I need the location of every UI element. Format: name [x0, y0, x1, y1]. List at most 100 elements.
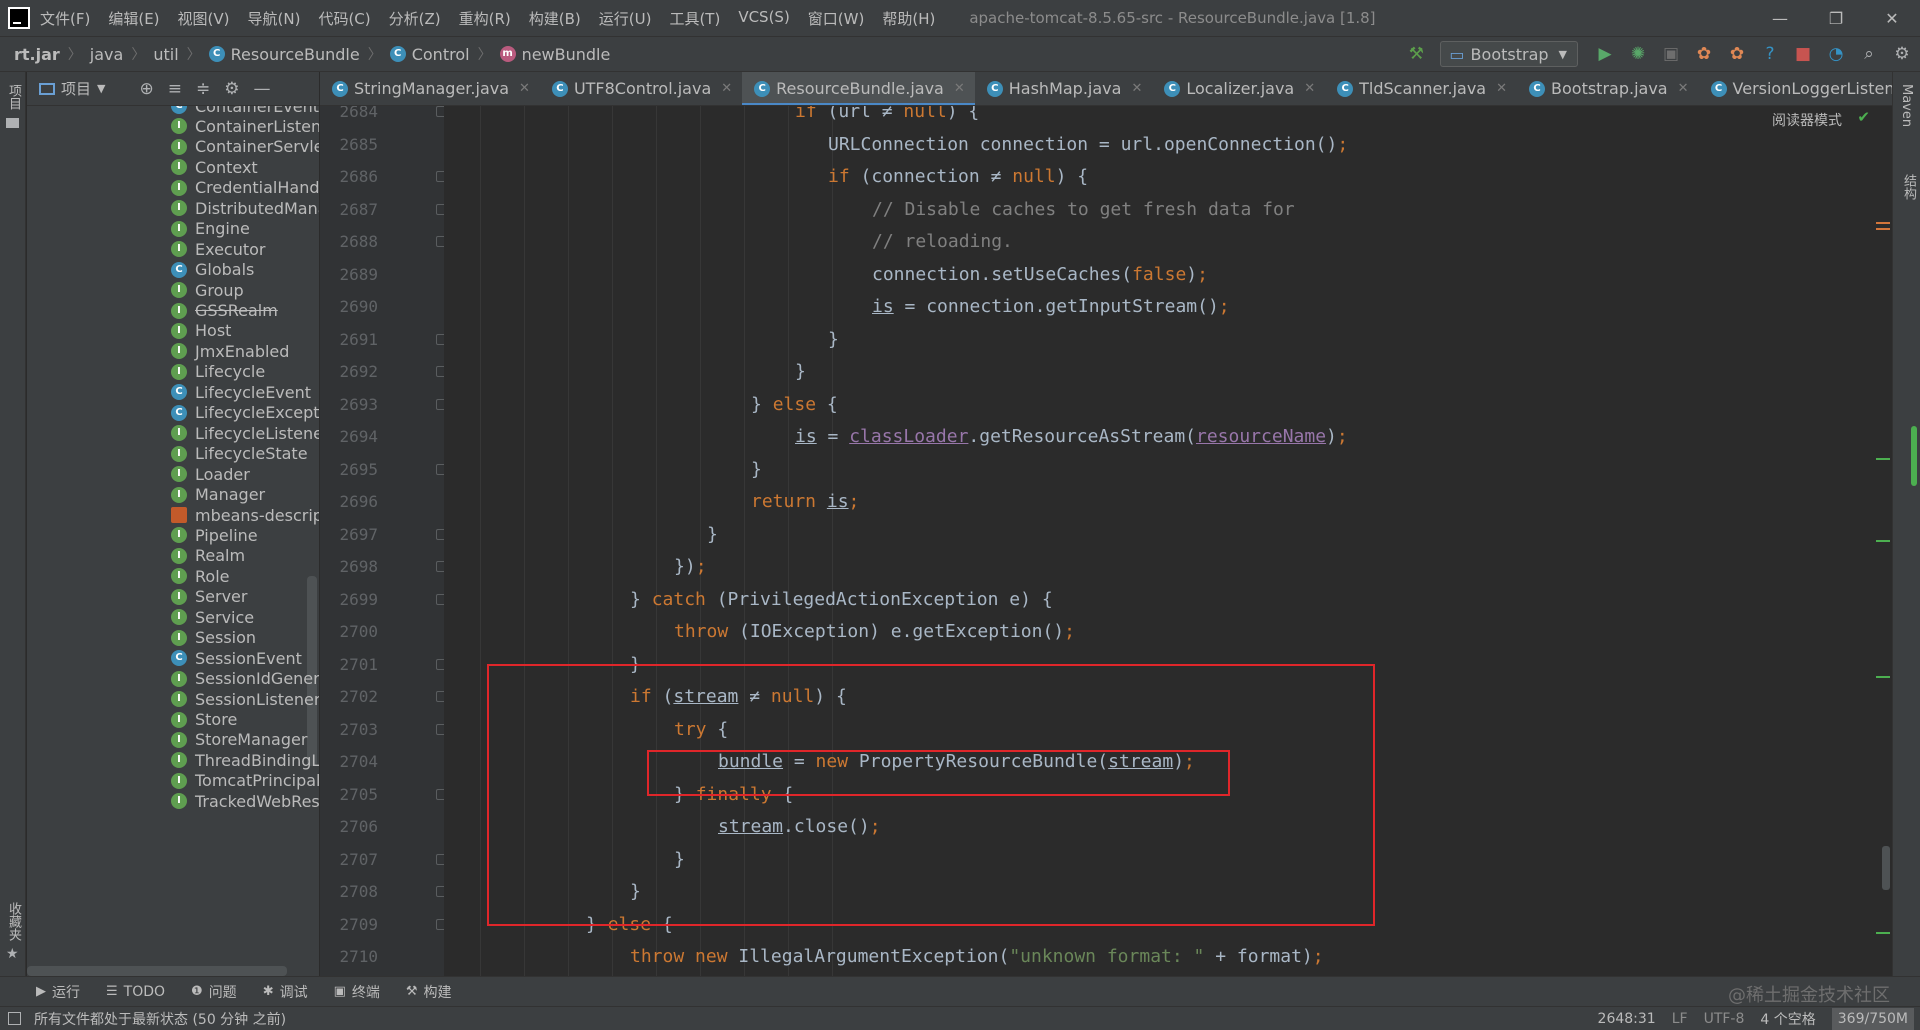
- close-tab-icon[interactable]: ✕: [721, 81, 732, 96]
- editor-tab[interactable]: UTF8Control.java ✕: [540, 72, 742, 105]
- tree-item[interactable]: Globals: [171, 260, 319, 280]
- tool-window-button[interactable]: ✱ 调试: [263, 982, 308, 1002]
- error-stripe-change[interactable]: [1876, 540, 1890, 542]
- tree-item[interactable]: JmxEnabled: [171, 341, 319, 361]
- tree-item[interactable]: Host: [171, 321, 319, 341]
- error-stripe-change[interactable]: [1876, 676, 1890, 678]
- code-line[interactable]: return is;: [751, 486, 859, 518]
- fold-marker-icon[interactable]: [436, 171, 444, 182]
- editor-tab[interactable]: ResourceBundle.java ✕: [742, 72, 975, 105]
- status-message[interactable]: 所有文件都处于最新状态 (50 分钟 之前): [34, 1009, 286, 1029]
- menu-item[interactable]: 窗口(W): [808, 8, 865, 29]
- tree-item[interactable]: Lifecycle: [171, 362, 319, 382]
- tree-item[interactable]: TomcatPrincipal: [171, 771, 319, 791]
- editor-tab[interactable]: Localizer.java ✕: [1152, 72, 1325, 105]
- attach-profiler-icon[interactable]: ✿: [1725, 42, 1749, 66]
- error-stripe-change[interactable]: [1876, 458, 1890, 460]
- tree-item[interactable]: DistributedManager: [171, 198, 319, 218]
- close-button[interactable]: ✕: [1864, 0, 1920, 36]
- tree-horizontal-scrollbar[interactable]: [27, 966, 287, 976]
- tree-item[interactable]: Executor: [171, 239, 319, 259]
- tree-item[interactable]: LifecycleListener: [171, 423, 319, 443]
- code-line[interactable]: if (url ≠ null) {: [795, 106, 979, 128]
- project-tool-button[interactable]: 项目: [4, 84, 23, 110]
- menu-item[interactable]: 文件(F): [40, 8, 90, 29]
- run-icon[interactable]: ▶: [1593, 42, 1617, 66]
- fold-marker-icon[interactable]: [436, 528, 444, 540]
- fold-marker-icon[interactable]: [436, 886, 444, 897]
- breadcrumb-item[interactable]: newBundle: [499, 45, 610, 64]
- tree-item[interactable]: Group: [171, 280, 319, 300]
- close-tab-icon[interactable]: ✕: [1496, 81, 1507, 96]
- tree-item[interactable]: SessionEvent: [171, 648, 319, 668]
- locate-file-icon[interactable]: ⊕: [139, 79, 153, 99]
- tree-item[interactable]: Loader: [171, 464, 319, 484]
- menu-item[interactable]: 帮助(H): [882, 8, 935, 29]
- menu-item[interactable]: 运行(U): [599, 8, 652, 29]
- file-encoding[interactable]: UTF-8: [1704, 1011, 1745, 1027]
- chevron-down-icon[interactable]: ▼: [97, 82, 105, 95]
- line-separator[interactable]: LF: [1672, 1011, 1688, 1027]
- settings-gear-icon[interactable]: ⚙: [1890, 42, 1914, 66]
- run-configuration-select[interactable]: ▭ Bootstrap ▼: [1440, 41, 1578, 67]
- tree-item[interactable]: mbeans-descriptors: [171, 505, 319, 525]
- fold-marker-icon[interactable]: [436, 236, 444, 247]
- fold-marker-icon[interactable]: [436, 366, 444, 377]
- tree-item[interactable]: ThreadBindingListener: [171, 750, 319, 770]
- fold-marker-icon[interactable]: [436, 593, 444, 605]
- tool-window-button[interactable]: ⚒ 构建: [406, 982, 452, 1002]
- restore-button[interactable]: ❐: [1808, 0, 1864, 36]
- stop-icon[interactable]: ■: [1791, 42, 1815, 66]
- tree-item[interactable]: Service: [171, 607, 319, 627]
- settings-gear-icon[interactable]: ⚙: [224, 79, 239, 99]
- editor-scrollbar[interactable]: [1882, 846, 1890, 890]
- code-line[interactable]: URLConnection connection = url.openConne…: [828, 129, 1348, 161]
- code-line[interactable]: } else {: [751, 389, 838, 421]
- tool-window-button[interactable]: ☰ TODO: [106, 984, 165, 1000]
- editor-tab[interactable]: VersionLoggerListener.java✕: [1699, 72, 1892, 105]
- tree-item[interactable]: TrackedWebResource: [171, 791, 319, 811]
- code-line[interactable]: throw (IOException) e.getException();: [674, 616, 1075, 648]
- tree-item[interactable]: StoreManager: [171, 730, 319, 750]
- tree-item[interactable]: Pipeline: [171, 525, 319, 545]
- expand-all-icon[interactable]: ≡: [168, 79, 182, 99]
- breadcrumb-item[interactable]: Control: [389, 45, 470, 64]
- inspection-ok-icon[interactable]: ✔: [1857, 108, 1870, 126]
- menu-item[interactable]: 分析(Z): [389, 8, 441, 29]
- fold-marker-icon[interactable]: [436, 463, 444, 475]
- fold-marker-icon[interactable]: [436, 106, 444, 117]
- fold-marker-icon[interactable]: [436, 561, 444, 572]
- tool-window-button[interactable]: ▣ 终端: [334, 982, 380, 1002]
- code-line[interactable]: }: [828, 324, 839, 356]
- error-stripe-warning[interactable]: [1876, 222, 1890, 224]
- menu-item[interactable]: 导航(N): [248, 8, 301, 29]
- error-stripe-change[interactable]: [1876, 932, 1890, 934]
- menu-item[interactable]: 代码(C): [318, 8, 370, 29]
- fold-marker-icon[interactable]: [436, 918, 444, 930]
- debug-icon[interactable]: ✺: [1626, 42, 1650, 66]
- tree-item[interactable]: SessionListener: [171, 689, 319, 709]
- indent-setting[interactable]: 4 个空格: [1760, 1009, 1815, 1029]
- close-tab-icon[interactable]: ✕: [1131, 81, 1142, 96]
- close-tab-icon[interactable]: ✕: [1678, 81, 1689, 96]
- tree-item[interactable]: Server: [171, 587, 319, 607]
- code-line[interactable]: is = classLoader.getResourceAsStream(res…: [795, 421, 1348, 453]
- tree-item[interactable]: Session: [171, 628, 319, 648]
- tree-item[interactable]: Context: [171, 157, 319, 177]
- fold-marker-icon[interactable]: [436, 691, 444, 702]
- tree-item[interactable]: ContainerServlet: [171, 137, 319, 157]
- code-line[interactable]: // Disable caches to get fresh data for: [872, 194, 1295, 226]
- tree-item[interactable]: LifecycleException: [171, 403, 319, 423]
- code-line[interactable]: }: [795, 356, 806, 388]
- tree-item[interactable]: Manager: [171, 485, 319, 505]
- tool-window-button[interactable]: ▶ 运行: [36, 982, 80, 1002]
- code-line[interactable]: throw new IllegalArgumentException("unkn…: [630, 941, 1324, 973]
- error-stripe-warning[interactable]: [1876, 228, 1890, 230]
- project-panel-title[interactable]: 项目: [61, 78, 91, 99]
- tree-item[interactable]: ContainerListener: [171, 116, 319, 136]
- menu-item[interactable]: 构建(B): [529, 8, 581, 29]
- fold-marker-icon[interactable]: [436, 203, 444, 215]
- code-line[interactable]: // reloading.: [872, 226, 1013, 258]
- fold-marker-icon[interactable]: [436, 333, 444, 345]
- build-hammer-icon[interactable]: ⚒: [1404, 42, 1428, 66]
